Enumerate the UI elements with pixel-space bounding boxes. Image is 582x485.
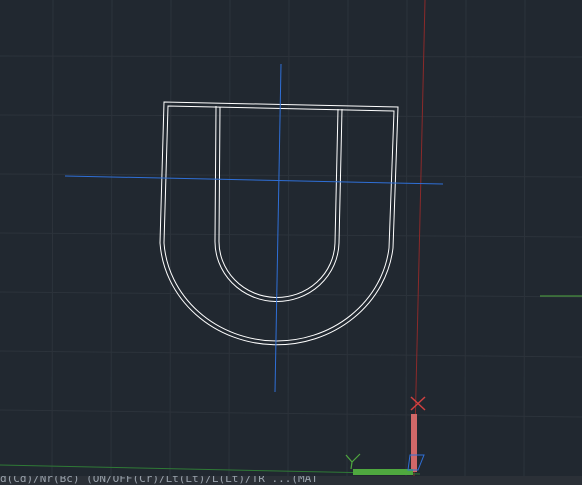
ucs-icon[interactable] [345, 396, 426, 475]
drawing-viewport[interactable]: d(Cd)/Nr(Bc) (ON/OFF(Cr)/Lt(Lt)/L(Lt)/TR… [0, 0, 582, 485]
ucs-x-arrow [411, 414, 417, 472]
horizontal-centerline [64, 175, 444, 185]
model-space-canvas[interactable] [0, 0, 582, 485]
ucs-y-arrow [353, 469, 413, 475]
command-line[interactable]: d(Cd)/Nr(Bc) (ON/OFF(Cr)/Lt(Lt)/L(Lt)/TR… [0, 476, 582, 485]
u-shape-object[interactable] [159, 101, 399, 346]
y-label-icon [345, 453, 361, 470]
x-marker-icon [410, 396, 426, 411]
vertical-centerline [274, 63, 282, 393]
command-line-text: d(Cd)/Nr(Bc) (ON/OFF(Cr)/Lt(Lt)/L(Lt)/TR… [0, 476, 318, 485]
background-grid [0, 0, 582, 477]
